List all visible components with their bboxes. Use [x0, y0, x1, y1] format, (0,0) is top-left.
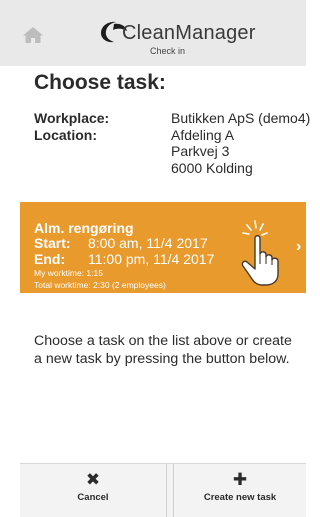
app-header: CleanManager Check in [0, 0, 306, 67]
task-end: End: 11:00 pm, 11/4 2017 [34, 251, 214, 267]
page-title: Choose task: [34, 71, 166, 94]
workplace-value: Butikken ApS (demo4) [171, 110, 311, 126]
task-end-label: End: [34, 251, 66, 267]
plus-icon: ✚ [232, 470, 248, 489]
bottom-action-bar: ✖ Cancel ✚ Create new task [20, 463, 306, 517]
total-worktime: Total worktime: 2:30 (2 employees) [34, 280, 166, 290]
task-end-value: 11:00 pm, 11/4 2017 [88, 251, 215, 267]
create-new-task-label: Create new task [203, 492, 277, 503]
address-city-row: 6000 Kolding [34, 160, 306, 177]
hand-pointer-icon [238, 218, 300, 288]
cancel-button[interactable]: ✖ Cancel [20, 464, 167, 517]
task-start: Start: 8:00 am, 11/4 2017 [34, 235, 208, 251]
task-start-label: Start: [34, 235, 71, 251]
screen-subtitle: Check in [150, 46, 186, 56]
chevron-right-icon: › [296, 238, 302, 255]
close-icon: ✖ [85, 470, 101, 489]
main-content: Choose task: Workplace: Butikken ApS (de… [0, 66, 310, 463]
address-city: 6000 Kolding [171, 159, 253, 176]
task-name: Alm. rengøring [34, 220, 134, 236]
app-logo: CleanManager Check in [98, 20, 268, 60]
address-street: Parkvej 3 [171, 143, 230, 159]
create-new-task-button[interactable]: ✚ Create new task [173, 464, 306, 517]
task-start-value: 8:00 am, 11/4 2017 [88, 235, 208, 251]
location-value: Afdeling A [171, 126, 235, 143]
location-label: Location: [34, 126, 97, 143]
instruction-text: Choose a task on the list above or creat… [34, 333, 292, 367]
address-street-row: Parkvej 3 [34, 143, 306, 160]
task-item[interactable]: Alm. rengøring Start: 8:00 am, 11/4 2017 … [20, 202, 306, 293]
location-row: Location: Afdeling A [34, 127, 306, 144]
workplace-label: Workplace: [34, 110, 110, 126]
home-icon[interactable] [22, 26, 44, 44]
workplace-info: Workplace: Butikken ApS (demo4) Location… [34, 110, 310, 177]
workplace-row: Workplace: Butikken ApS (demo4) [34, 110, 310, 127]
my-worktime: My worktime: 1:15 [34, 268, 103, 278]
cancel-label: Cancel [77, 492, 109, 503]
app-title: CleanManager [122, 22, 256, 44]
